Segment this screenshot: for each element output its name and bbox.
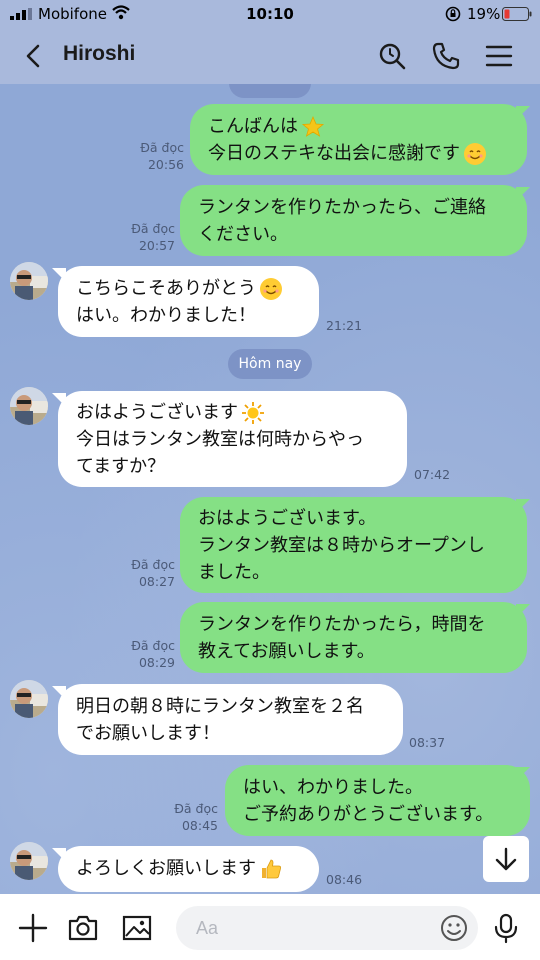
message-text: おはようございます。 xyxy=(198,508,377,529)
message-time: 08:45 xyxy=(181,818,218,833)
message-time: 08:27 xyxy=(138,574,175,589)
message-text: 今日はランタン教室は何時からやっ xyxy=(76,429,364,450)
star-emoji xyxy=(301,115,325,137)
chat-area[interactable]: Đã đọc 20:56 こんばんは 今日のステキな出会に感謝です Đã đọc… xyxy=(0,84,540,894)
message-meta: Đã đọc 20:57 xyxy=(117,220,175,254)
outgoing-message[interactable]: ランタンを作りたかったら、ご連絡 ください。 xyxy=(180,185,527,256)
sun-emoji xyxy=(242,402,264,424)
outgoing-message[interactable]: こんばんは 今日のステキな出会に感謝です xyxy=(190,104,527,175)
phone-icon[interactable] xyxy=(431,41,461,71)
message-text: でお願いします！ xyxy=(76,723,220,744)
avatar[interactable] xyxy=(10,387,48,425)
message-time: 20:56 xyxy=(147,157,184,172)
microphone-icon[interactable] xyxy=(490,912,522,944)
message-time: 08:46 xyxy=(326,872,363,887)
message-text: こちらこそありがとう xyxy=(76,278,256,299)
message-text: ランタンを作りたかったら，時間を xyxy=(198,614,486,635)
message-meta: Đã đọc 08:27 xyxy=(117,556,175,590)
thumbs-up-emoji xyxy=(262,859,281,879)
rotation-lock-icon xyxy=(445,6,461,22)
incoming-message[interactable]: こちらこそありがとう はい。わかりました！ xyxy=(58,266,319,337)
message-text: よろしくお願いします xyxy=(76,858,256,879)
message-meta: Đã đọc 08:45 xyxy=(160,800,218,834)
read-receipt: Đã đọc xyxy=(131,557,175,572)
read-receipt: Đã đọc xyxy=(140,140,184,155)
incoming-message[interactable]: 明日の朝８時にランタン教室を２名 でお願いします！ xyxy=(58,684,403,755)
message-text: ランタン教室は８時からオープンし xyxy=(198,535,485,556)
message-meta: Đã đọc 20:56 xyxy=(126,139,184,173)
image-icon[interactable] xyxy=(121,912,153,944)
message-text: ください。 xyxy=(198,224,288,245)
smile-emoji xyxy=(464,143,486,165)
message-meta: Đã đọc 08:29 xyxy=(117,637,175,671)
avatar[interactable] xyxy=(10,262,48,300)
message-input-bar xyxy=(0,894,540,960)
camera-icon[interactable] xyxy=(67,912,99,944)
scroll-to-bottom-button[interactable] xyxy=(483,836,529,882)
read-receipt: Đã đọc xyxy=(131,221,175,236)
back-icon[interactable] xyxy=(20,42,48,70)
search-icon[interactable] xyxy=(377,41,407,71)
outgoing-message[interactable]: はい、わかりました。 ご予約ありがとうございます。 xyxy=(225,765,530,836)
contact-name[interactable]: Hiroshi xyxy=(63,42,135,66)
message-time: 08:29 xyxy=(138,655,175,670)
message-text: てますか？ xyxy=(76,456,166,477)
message-time: 08:37 xyxy=(409,735,446,750)
message-text: はい。わかりました！ xyxy=(76,305,256,326)
message-input[interactable] xyxy=(176,906,478,950)
message-time: 07:42 xyxy=(414,467,451,482)
message-text: 今日のステキな出会に感謝です xyxy=(208,143,460,164)
message-time: 20:57 xyxy=(138,238,175,253)
avatar[interactable] xyxy=(10,680,48,718)
message-text: 教えてお願いします。 xyxy=(198,641,375,662)
read-receipt: Đã đọc xyxy=(174,801,218,816)
menu-icon[interactable] xyxy=(484,41,514,71)
date-separator: Hôm nay xyxy=(228,349,312,379)
message-text: おはようございます xyxy=(76,402,238,423)
outgoing-message[interactable]: ランタンを作りたかったら，時間を 教えてお願いします。 xyxy=(180,602,527,673)
message-text: ました。 xyxy=(198,562,270,583)
status-bar: Mobifone 10:10 19% xyxy=(0,0,540,28)
plus-icon[interactable] xyxy=(17,912,49,944)
emoji-icon[interactable] xyxy=(438,912,470,944)
smile-emoji xyxy=(260,278,282,300)
chat-header: Hiroshi xyxy=(0,28,540,84)
battery-icon xyxy=(502,7,532,21)
message-text: ランタンを作りたかったら、ご連絡 xyxy=(198,197,486,218)
incoming-message[interactable]: おはようございます 今日はランタン教室は何時からやっ てますか？ xyxy=(58,391,407,487)
incoming-message[interactable]: よろしくお願いします xyxy=(58,846,319,892)
message-text: ご予約ありがとうございます。 xyxy=(243,804,494,825)
outgoing-message[interactable]: おはようございます。 ランタン教室は８時からオープンし ました。 xyxy=(180,497,527,593)
message-text: こんばんは xyxy=(208,116,298,137)
read-receipt: Đã đọc xyxy=(131,638,175,653)
avatar[interactable] xyxy=(10,842,48,880)
arrow-down-icon xyxy=(495,847,517,871)
date-separator xyxy=(229,84,311,98)
battery-percent: 19% xyxy=(467,5,501,23)
message-time: 21:21 xyxy=(326,318,363,333)
message-text: はい、わかりました。 xyxy=(243,777,423,798)
message-text: 明日の朝８時にランタン教室を２名 xyxy=(76,696,364,717)
